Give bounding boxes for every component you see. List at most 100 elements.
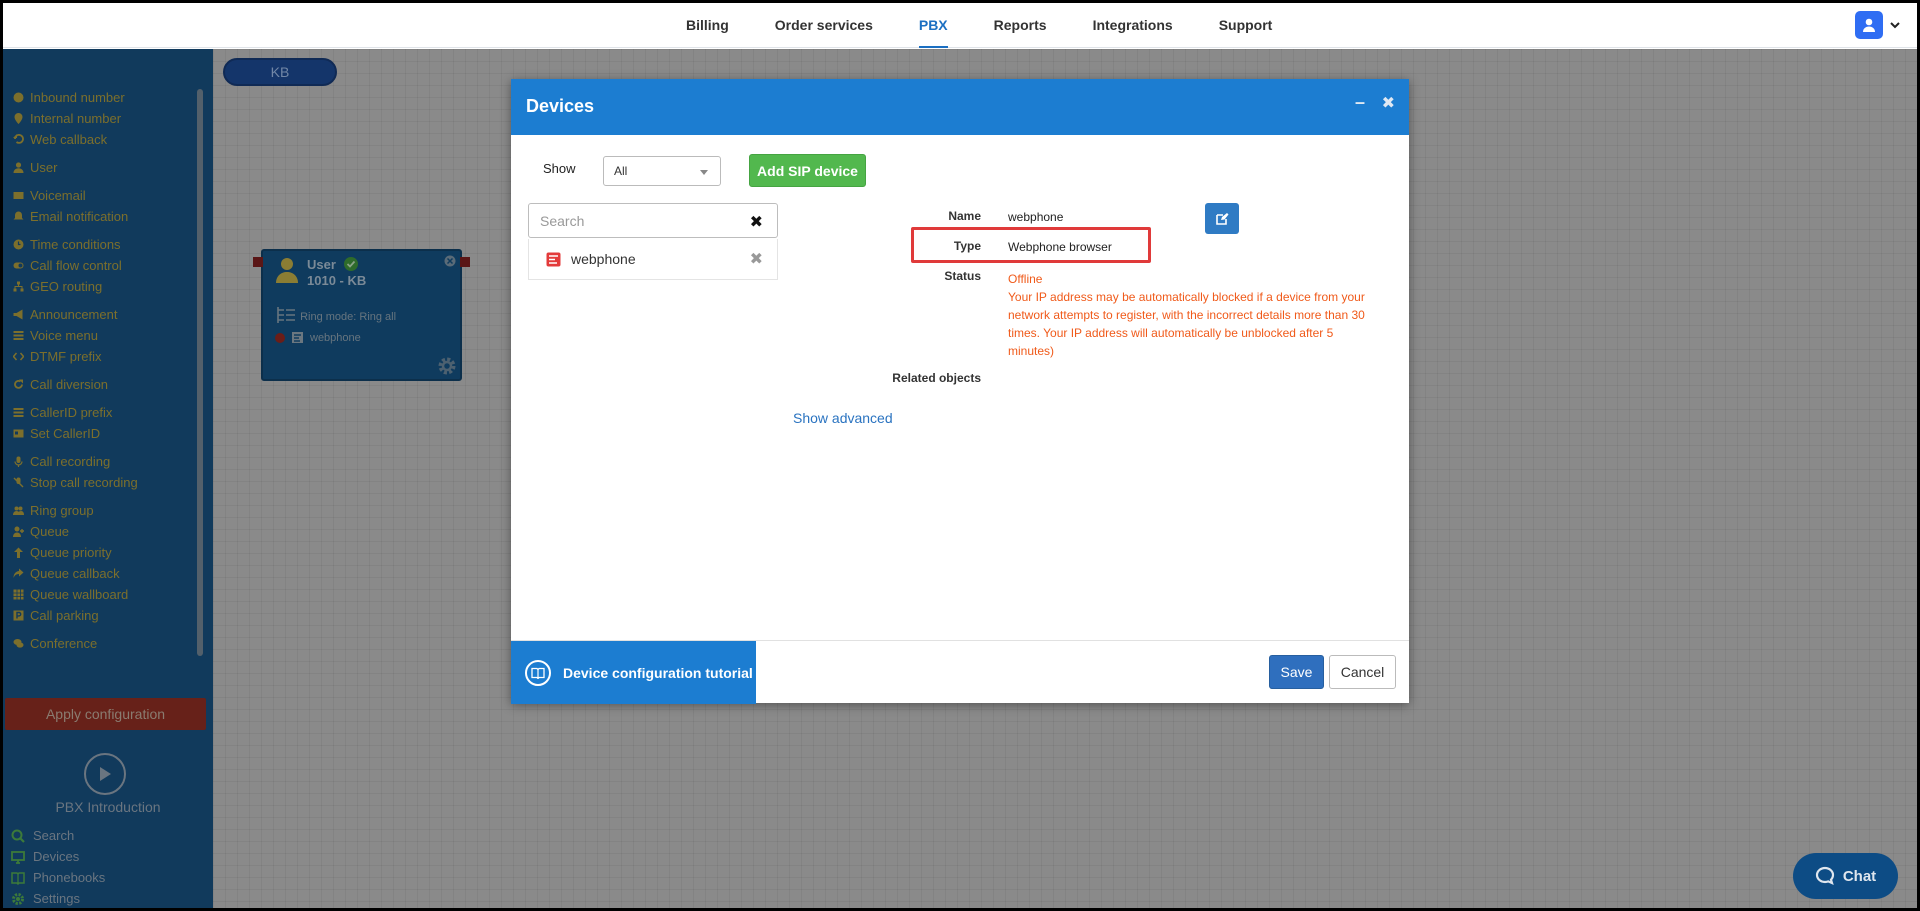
sidebar-item-set-callerid[interactable]: Set CallerID	[13, 423, 203, 444]
delete-device-icon[interactable]: ✖	[750, 249, 763, 269]
sidebar-link-search[interactable]: Search	[11, 825, 105, 846]
users-icon	[13, 505, 24, 516]
sidebar-bottom-links: Search Devices Phonebooks Settings	[11, 825, 105, 908]
nav-order-services[interactable]: Order services	[752, 3, 896, 48]
node-connector-right[interactable]	[460, 257, 470, 267]
sidebar-item-label: User	[30, 160, 58, 175]
sidebar-item-internal-number[interactable]: Internal number	[13, 108, 203, 129]
list-item[interactable]: webphone ✖	[528, 239, 778, 280]
user-node[interactable]: User 1010 - KB Ring mode: Ring all webph…	[253, 249, 470, 381]
sidebar-item-geo-routing[interactable]: GEO routing	[13, 276, 203, 297]
node-title: User 1010 - KB	[307, 257, 366, 289]
chat-label: Chat	[1842, 867, 1877, 885]
sidebar-item-label: Time conditions	[30, 237, 121, 252]
sidebar-item-label: Voicemail	[30, 188, 86, 203]
sidebar-item-queue-wallboard[interactable]: Queue wallboard	[13, 584, 203, 605]
sidebar-link-devices[interactable]: Devices	[11, 846, 105, 867]
sidebar-item-call-flow-control[interactable]: Call flow control	[13, 255, 203, 276]
user-icon	[1863, 18, 1875, 32]
sidebar-item-label: Internal number	[30, 111, 122, 126]
sidebar-link-phonebooks[interactable]: Phonebooks	[11, 867, 105, 888]
gear-icon	[12, 892, 24, 905]
sidebar-scrollbar[interactable]	[197, 89, 203, 656]
sidebar-item-label: GEO routing	[30, 279, 103, 294]
clear-search-icon[interactable]: ✖	[750, 212, 763, 232]
bell-icon	[13, 211, 24, 222]
kb-pill[interactable]: KB	[223, 58, 337, 86]
sitemap-icon	[13, 281, 24, 292]
sidebar-item-user[interactable]: User	[13, 157, 203, 178]
sidebar-item-email-notification[interactable]: Email notification	[13, 206, 203, 227]
device-tutorial-button[interactable]: Device configuration tutorial	[511, 641, 756, 704]
node-connector-left[interactable]	[253, 257, 263, 267]
app-frame: Billing Order services PBX Reports Integ…	[3, 3, 1917, 908]
sidebar-item-inbound-number[interactable]: Inbound number	[13, 87, 203, 108]
sidebar-item-voice-menu[interactable]: Voice menu	[13, 325, 203, 346]
phone-icon	[13, 92, 24, 103]
sidebar-item-time-conditions[interactable]: Time conditions	[13, 234, 203, 255]
nav-billing[interactable]: Billing	[663, 3, 752, 48]
play-icon[interactable]	[84, 753, 126, 795]
pbx-introduction-label[interactable]: PBX Introduction	[3, 799, 213, 815]
sidebar-item-queue[interactable]: Queue	[13, 521, 203, 542]
sidebar-item-call-parking[interactable]: Call parking	[13, 605, 203, 626]
edit-device-button[interactable]	[1205, 203, 1239, 234]
sidebar-link-settings[interactable]: Settings	[11, 888, 105, 908]
show-advanced-link[interactable]: Show advanced	[793, 410, 893, 426]
remove-node-icon[interactable]	[444, 255, 456, 267]
status-note: Your IP address may be automatically blo…	[1008, 290, 1365, 358]
sidebar-item-label: DTMF prefix	[30, 349, 102, 364]
microphone-slash-icon	[13, 477, 24, 488]
close-icon[interactable]: ✖	[1382, 93, 1395, 113]
mail-icon	[13, 190, 24, 201]
save-button[interactable]: Save	[1269, 655, 1324, 689]
nav-support[interactable]: Support	[1196, 3, 1296, 48]
sidebar-item-call-diversion[interactable]: Call diversion	[13, 374, 203, 395]
nav-integrations[interactable]: Integrations	[1070, 3, 1196, 48]
webphone-icon	[292, 332, 303, 343]
sidebar-link-label: Search	[33, 828, 75, 843]
list-icon	[13, 407, 24, 418]
sidebar-item-callerid-prefix[interactable]: CallerID prefix	[13, 402, 203, 423]
gear-icon[interactable]	[437, 356, 457, 376]
arrow-up-icon	[13, 547, 24, 558]
cancel-button[interactable]: Cancel	[1329, 655, 1396, 689]
add-sip-device-button[interactable]: Add SIP device	[749, 154, 866, 187]
chat-button[interactable]: Chat	[1793, 853, 1898, 899]
sidebar-item-call-recording[interactable]: Call recording	[13, 451, 203, 472]
sidebar-item-ring-group[interactable]: Ring group	[13, 500, 203, 521]
status-text: Offline Your IP address may be automatic…	[1008, 270, 1368, 360]
megaphone-icon	[13, 309, 24, 320]
sidebar-item-queue-callback[interactable]: Queue callback	[13, 563, 203, 584]
sidebar-item-dtmf-prefix[interactable]: DTMF prefix	[13, 346, 203, 367]
sidebar-item-voicemail[interactable]: Voicemail	[13, 185, 203, 206]
show-filter-select[interactable]: All	[603, 156, 721, 186]
show-filter-value: All	[614, 164, 628, 178]
sidebar-item-announcement[interactable]: Announcement	[13, 304, 203, 325]
node-ring-mode: Ring mode: Ring all	[275, 306, 396, 324]
node-title-label: User	[307, 257, 336, 272]
avatar[interactable]	[1855, 11, 1883, 39]
sidebar-link-label: Phonebooks	[33, 870, 106, 885]
tree-list-icon	[277, 307, 295, 323]
search-input[interactable]	[530, 205, 730, 236]
chat-icon	[1815, 866, 1834, 885]
sidebar-item-stop-call-recording[interactable]: Stop call recording	[13, 472, 203, 493]
sidebar-item-queue-priority[interactable]: Queue priority	[13, 542, 203, 563]
chevron-down-icon[interactable]	[1889, 19, 1901, 31]
apply-configuration-button[interactable]: Apply configuration	[5, 698, 206, 730]
sidebar-item-conference[interactable]: Conference	[13, 633, 203, 654]
sidebar-item-label: Queue callback	[30, 566, 120, 581]
sidebar-item-web-callback[interactable]: Web callback	[13, 129, 203, 150]
nav-pbx[interactable]: PBX	[896, 3, 971, 48]
sidebar-item-label: Queue	[30, 524, 70, 539]
nav-reports[interactable]: Reports	[971, 3, 1070, 48]
ring-mode-label: Ring mode: Ring all	[300, 311, 397, 323]
minimize-icon[interactable]: –	[1355, 92, 1365, 113]
user-menu[interactable]	[1855, 11, 1901, 39]
